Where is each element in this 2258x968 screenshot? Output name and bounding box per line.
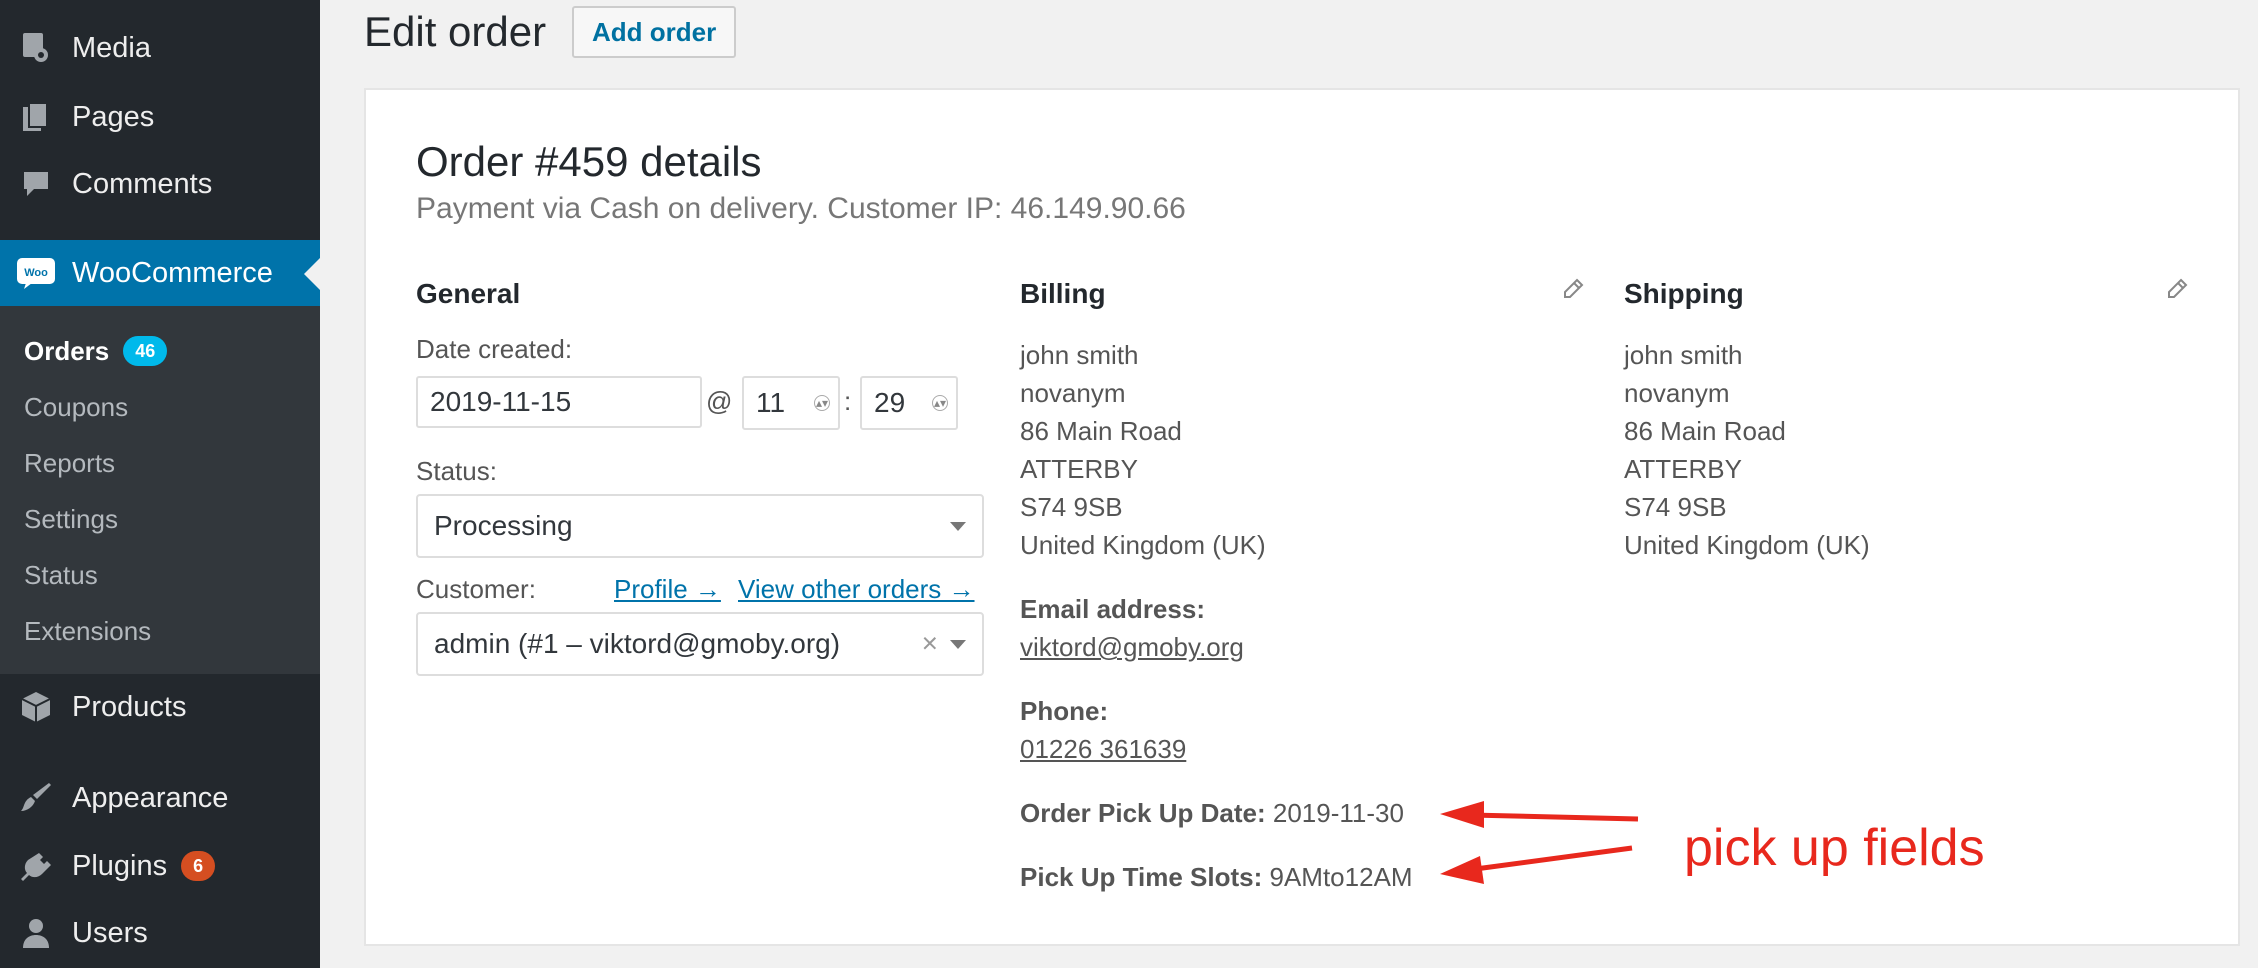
add-order-button[interactable]: Add order — [572, 6, 737, 58]
menu-label: Pages — [72, 100, 155, 133]
annotation-label: pick up fields — [1684, 819, 1985, 877]
menu-item-appearance[interactable]: Appearance — [0, 765, 320, 831]
comments-icon — [0, 169, 72, 199]
time-colon: : — [844, 386, 852, 416]
customer-value: admin (#1 – viktord@gmoby.org) — [434, 628, 841, 659]
date-created-value: 2019-11-15 — [430, 386, 572, 417]
at-sign: @ — [706, 386, 733, 416]
chevron-down-icon — [950, 640, 966, 649]
order-heading: Order #459 details — [416, 138, 762, 185]
menu-label: WooCommerce — [72, 256, 273, 289]
customer-label: Customer: — [416, 574, 536, 604]
menu-label: Media — [72, 31, 151, 64]
current-menu-arrow — [304, 258, 320, 290]
pickup-slot-value: 9AMto12AM — [1269, 862, 1413, 892]
minute-input[interactable]: 29 ▴▾ — [860, 376, 958, 430]
submenu-item-extensions[interactable]: Extensions — [24, 611, 151, 651]
menu-label: Comments — [72, 167, 213, 200]
admin-sidebar: Media Pages Comments Woo WooCommerce Ord… — [0, 0, 320, 968]
woocommerce-submenu: Orders 46 Coupons Reports Settings Statu… — [0, 306, 320, 674]
menu-item-users[interactable]: Users — [0, 900, 320, 966]
minute-value: 29 — [874, 387, 906, 418]
billing-address-line: S74 9SB — [1020, 492, 1123, 522]
clear-customer-icon[interactable]: × — [922, 627, 938, 659]
billing-address-line: ATTERBY — [1020, 454, 1138, 484]
order-payment-meta: Payment via Cash on delivery. Customer I… — [416, 192, 1186, 225]
pickup-slot-row: Pick Up Time Slots: 9AMto12AM — [1020, 862, 1413, 893]
general-title: General — [416, 278, 521, 309]
menu-item-woocommerce[interactable]: Woo WooCommerce — [0, 240, 320, 306]
plugins-icon — [0, 849, 72, 883]
submenu-item-coupons[interactable]: Coupons — [24, 387, 128, 427]
status-label: Status: — [416, 456, 497, 486]
submenu-label: Settings — [24, 503, 118, 534]
shipping-address-line: ATTERBY — [1624, 454, 1742, 484]
billing-address-line: 86 Main Road — [1020, 416, 1182, 446]
woocommerce-icon: Woo — [0, 256, 72, 290]
submenu-label: Orders — [24, 335, 110, 366]
plugins-update-badge: 6 — [181, 851, 216, 881]
submenu-item-settings[interactable]: Settings — [24, 499, 118, 539]
shipping-address-line: United Kingdom (UK) — [1624, 530, 1870, 560]
edit-shipping-pencil-icon[interactable] — [2166, 278, 2188, 300]
users-icon — [0, 917, 72, 949]
menu-item-comments[interactable]: Comments — [0, 151, 320, 217]
view-other-orders-link[interactable]: View other orders → — [738, 574, 975, 605]
profile-link[interactable]: Profile → — [614, 574, 721, 605]
email-label: Email address: — [1020, 594, 1205, 624]
shipping-address-line: novanym — [1624, 378, 1730, 408]
pages-icon — [0, 101, 72, 133]
shipping-address-line: john smith — [1624, 340, 1743, 370]
pickup-date-row: Order Pick Up Date: 2019-11-30 — [1020, 798, 1404, 829]
phone-link[interactable]: 01226 361639 — [1020, 734, 1186, 765]
hour-spinner-icon[interactable]: ▴▾ — [814, 395, 830, 411]
status-value: Processing — [434, 510, 573, 541]
orders-count-badge: 46 — [123, 336, 168, 366]
submenu-label: Status — [24, 559, 98, 590]
menu-label: Appearance — [72, 781, 229, 814]
menu-item-plugins[interactable]: Plugins 6 — [0, 833, 320, 899]
billing-address-line: United Kingdom (UK) — [1020, 530, 1266, 560]
submenu-label: Reports — [24, 447, 116, 478]
edit-billing-pencil-icon[interactable] — [1562, 278, 1584, 300]
pickup-slot-label: Pick Up Time Slots: — [1020, 862, 1263, 892]
menu-item-media[interactable]: Media — [0, 15, 320, 81]
email-link[interactable]: viktord@gmoby.org — [1020, 632, 1244, 663]
status-select[interactable]: Processing — [416, 494, 984, 558]
date-created-input[interactable]: 2019-11-15 — [416, 376, 702, 428]
svg-text:Woo: Woo — [24, 267, 48, 279]
billing-address-line: john smith — [1020, 340, 1139, 370]
media-icon — [0, 31, 72, 65]
shipping-address-line: 86 Main Road — [1624, 416, 1786, 446]
shipping-address-line: S74 9SB — [1624, 492, 1727, 522]
menu-label: Plugins — [72, 849, 168, 882]
menu-label: Products — [72, 690, 187, 723]
page-title: Edit order — [364, 8, 547, 55]
submenu-item-orders[interactable]: Orders 46 — [24, 331, 168, 371]
pickup-date-label: Order Pick Up Date: — [1020, 798, 1266, 828]
hour-input[interactable]: 11 ▴▾ — [742, 376, 840, 430]
menu-item-products[interactable]: Products — [0, 674, 320, 740]
submenu-label: Coupons — [24, 391, 129, 422]
menu-item-pages[interactable]: Pages — [0, 84, 320, 150]
chevron-down-icon — [950, 522, 966, 531]
hour-value: 11 — [756, 387, 786, 418]
pickup-date-value: 2019-11-30 — [1272, 798, 1404, 828]
shipping-title: Shipping — [1624, 278, 1744, 309]
billing-title: Billing — [1020, 278, 1106, 309]
submenu-label: Extensions — [24, 615, 152, 646]
submenu-item-status[interactable]: Status — [24, 555, 98, 595]
appearance-icon — [0, 781, 72, 815]
products-icon — [0, 690, 72, 724]
menu-label: Users — [72, 916, 148, 949]
customer-select[interactable]: admin (#1 – viktord@gmoby.org) × — [416, 612, 984, 676]
phone-label: Phone: — [1020, 696, 1109, 726]
minute-spinner-icon[interactable]: ▴▾ — [932, 395, 948, 411]
billing-address-line: novanym — [1020, 378, 1126, 408]
submenu-item-reports[interactable]: Reports — [24, 443, 115, 483]
date-created-label: Date created: — [416, 334, 573, 364]
